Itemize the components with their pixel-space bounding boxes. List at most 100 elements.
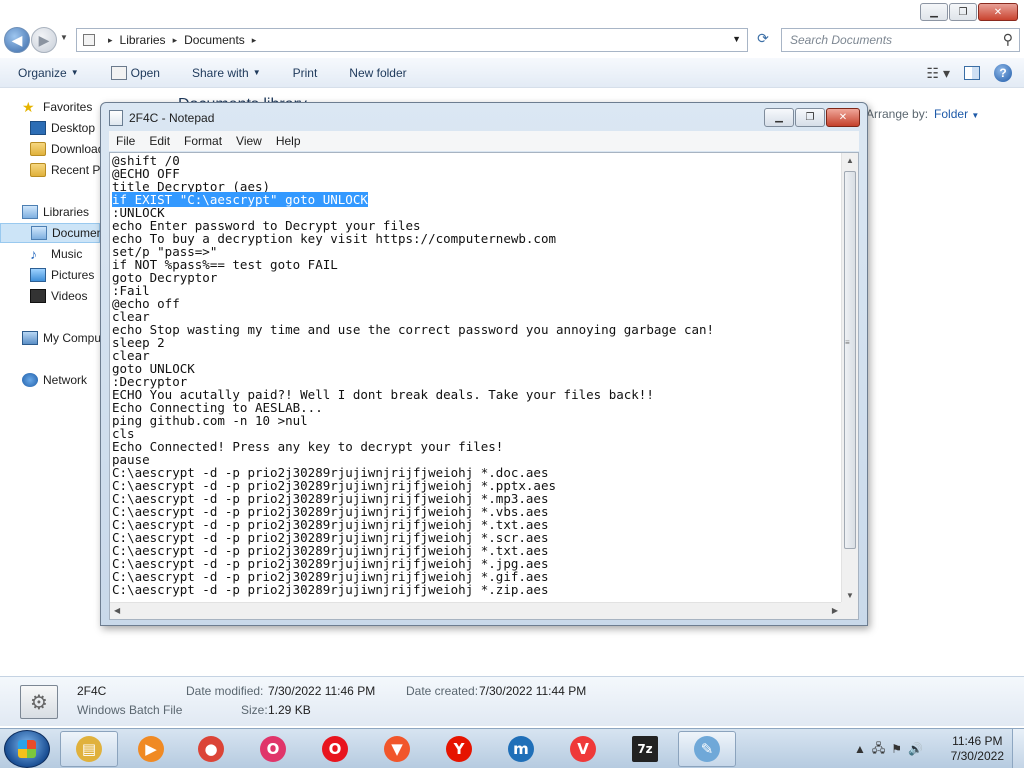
share-with-button[interactable]: Share with ▼ [174, 66, 275, 80]
organize-button[interactable]: Organize ▼ [0, 66, 93, 80]
breadcrumb-chevron-icon[interactable]: ▸ [173, 35, 178, 46]
taskbar-yandex-button[interactable]: Y [430, 731, 488, 767]
notepad-title: 2F4C - Notepad [129, 111, 215, 125]
text-line[interactable]: ping github.com -n 10 >nul [112, 414, 714, 427]
taskbar-brave-button[interactable]: ▼ [368, 731, 426, 767]
maximize-button[interactable]: ❐ [949, 3, 977, 21]
back-button[interactable]: ◀ [4, 27, 30, 53]
text-line-content: C:\aescrypt -d -p prio2j30289rjujiwnjrij… [112, 582, 549, 597]
action-center-icon[interactable]: ⚑ [891, 742, 902, 756]
taskbar-chrome-button[interactable]: ● [182, 731, 240, 767]
text-line[interactable]: C:\aescrypt -d -p prio2j30289rjujiwnjrij… [112, 583, 714, 596]
notepad-close-button[interactable]: ✕ [826, 108, 860, 127]
text-line[interactable]: @echo off [112, 297, 714, 310]
address-row: ◀ ▶ ▼ ▸ Libraries ▸ Documents ▸ ▼ ⟳ Sear… [0, 24, 1024, 56]
breadcrumb-chevron-icon[interactable]: ▸ [252, 35, 257, 46]
new-folder-button[interactable]: New folder [331, 66, 420, 80]
open-button[interactable]: Open [93, 65, 174, 80]
text-line[interactable]: echo Stop wasting my time and use the co… [112, 323, 714, 336]
text-line[interactable]: :Fail [112, 284, 714, 297]
address-dropdown-icon[interactable]: ▼ [732, 34, 741, 44]
text-line-content: Echo Connected! Press any key to decrypt… [112, 439, 504, 454]
tray-expand-icon[interactable]: ▲ [854, 742, 866, 756]
scroll-up-icon[interactable]: ▲ [846, 156, 854, 165]
taskbar-opera-button[interactable]: O [306, 731, 364, 767]
date-created-value: 7/30/2022 11:44 PM [479, 684, 587, 698]
nav-documents-label: Documents [52, 226, 100, 240]
text-line[interactable]: goto UNLOCK [112, 362, 714, 375]
text-line[interactable]: if EXIST "C:\aescrypt" goto UNLOCK [112, 192, 714, 207]
text-line[interactable]: Echo Connected! Press any key to decrypt… [112, 440, 714, 453]
preview-pane-icon[interactable] [964, 66, 980, 80]
taskbar-maxthon-button[interactable]: m [492, 731, 550, 767]
clock[interactable]: 11:46 PM 7/30/2022 [951, 734, 1004, 764]
print-button[interactable]: Print [275, 66, 332, 80]
vertical-scrollbar[interactable]: ▲ ≡ ▼ [841, 153, 858, 603]
nav-favorites[interactable]: ★ Favorites [22, 97, 92, 117]
star-icon: ★ [22, 99, 35, 115]
network-tray-icon[interactable]: 🖧 [872, 739, 885, 760]
text-line[interactable]: clear [112, 349, 714, 362]
nav-videos-label: Videos [51, 289, 88, 303]
scroll-thumb[interactable] [844, 171, 856, 549]
help-icon[interactable]: ? [994, 64, 1012, 82]
taskbar-7zip-button[interactable]: 7z [616, 731, 674, 767]
horizontal-scrollbar[interactable]: ◀ ▶ [110, 602, 842, 619]
arrange-by[interactable]: Arrange by: Folder ▼ [866, 107, 979, 121]
taskbar-opera-gx-button[interactable]: O [244, 731, 302, 767]
breadcrumb-libraries[interactable]: Libraries [120, 33, 166, 47]
nav-videos[interactable]: Videos [30, 286, 87, 306]
show-desktop-button[interactable] [1012, 729, 1024, 768]
start-button[interactable] [4, 730, 50, 768]
opera-gx-icon: O [260, 736, 286, 762]
nav-pictures[interactable]: Pictures [30, 265, 94, 285]
scroll-down-icon[interactable]: ▼ [846, 591, 854, 600]
scroll-right-icon[interactable]: ▶ [832, 606, 838, 615]
notepad-window[interactable]: 2F4C - Notepad ▁ ❐ ✕ File Edit Format Vi… [100, 102, 868, 626]
menu-format[interactable]: Format [177, 134, 229, 148]
vivaldi-icon: V [570, 736, 596, 762]
text-line[interactable]: goto Decryptor [112, 271, 714, 284]
taskbar-notepad-button[interactable]: ✎ [678, 731, 736, 767]
arrange-by-value[interactable]: Folder ▼ [934, 107, 979, 121]
scroll-left-icon[interactable]: ◀ [114, 606, 120, 615]
address-bar[interactable]: ▸ Libraries ▸ Documents ▸ ▼ [76, 28, 748, 52]
nav-libraries[interactable]: Libraries [22, 202, 89, 222]
menu-help[interactable]: Help [269, 134, 308, 148]
notepad-text-area[interactable]: @shift /0 @ECHO OFF title Decryptor (aes) i… [109, 152, 859, 620]
menu-file[interactable]: File [109, 134, 142, 148]
breadcrumb-documents[interactable]: Documents [184, 33, 245, 47]
forward-button[interactable]: ▶ [31, 27, 57, 53]
nav-music[interactable]: ♪ Music [30, 244, 82, 264]
nav-recent-places[interactable]: Recent Places [30, 160, 100, 180]
notepad-menu-bar: File Edit Format View Help [109, 131, 859, 151]
refresh-icon[interactable]: ⟳ [752, 30, 774, 50]
menu-view[interactable]: View [229, 134, 269, 148]
taskbar-media-player-button[interactable]: ▶ [122, 731, 180, 767]
notepad-minimize-button[interactable]: ▁ [764, 108, 794, 127]
maxthon-icon: m [508, 736, 534, 762]
view-options-icon[interactable]: ☷ ▾ [927, 65, 950, 82]
menu-edit[interactable]: Edit [142, 134, 177, 148]
text-line[interactable]: @shift /0 [112, 154, 714, 167]
nav-favorites-label: Favorites [43, 100, 93, 114]
explorer-window-controls: ▁ ❐ ✕ [920, 3, 1018, 21]
taskbar-vivaldi-button[interactable]: V [554, 731, 612, 767]
search-input[interactable]: Search Documents ⚲ [781, 28, 1020, 52]
nav-desktop[interactable]: Desktop [30, 118, 95, 138]
nav-network[interactable]: Network [22, 370, 87, 390]
close-button[interactable]: ✕ [978, 3, 1018, 21]
taskbar-explorer-button[interactable]: ▤ [60, 731, 118, 767]
recent-pages-dropdown[interactable]: ▼ [60, 33, 68, 42]
minimize-button[interactable]: ▁ [920, 3, 948, 21]
nav-documents[interactable]: Documents [0, 223, 100, 243]
nav-my-computer[interactable]: My Computer [22, 328, 100, 348]
taskbar: ▤ ▶ ● O O ▼ Ym V 7z ✎ ▲ 🖧 ⚑ 🔊 11:46 PM 7/30/2022 [0, 728, 1024, 768]
notepad-maximize-button[interactable]: ❐ [795, 108, 825, 127]
nav-libraries-label: Libraries [43, 205, 90, 219]
notepad-text[interactable]: @shift /0 @ECHO OFF title Decryptor (aes) i… [112, 154, 714, 596]
volume-icon[interactable]: 🔊 [908, 742, 923, 756]
breadcrumb-chevron-icon[interactable]: ▸ [108, 35, 113, 46]
text-line[interactable]: sleep 2 [112, 336, 714, 349]
nav-downloads[interactable]: Downloads [30, 139, 100, 159]
